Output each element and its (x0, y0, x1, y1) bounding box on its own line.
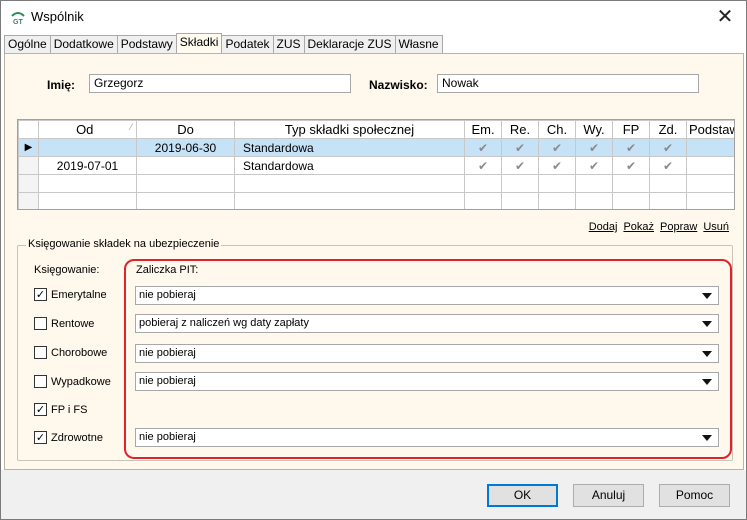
tab-ogolne[interactable]: Ogólne (4, 35, 51, 53)
check-icon: ✔ (575, 138, 613, 157)
checkbox-unchecked-icon[interactable] (34, 375, 47, 388)
col-header-re[interactable]: Re. (501, 120, 539, 139)
col-header-ch[interactable]: Ch. (538, 120, 576, 139)
checkbox-label: Zdrowotne (51, 431, 103, 444)
sort-icon: ⁄ (130, 122, 132, 132)
tab-deklaracje-zus[interactable]: Deklaracje ZUS (303, 35, 396, 53)
check-icon: ✔ (501, 156, 539, 175)
dialog-window: GT Wspólnik ✕ Ogólne Dodatkowe Podstawy … (0, 0, 747, 520)
cell-typ: Standardowa (234, 138, 465, 157)
cell-podstawa (686, 156, 734, 175)
tab-skladki[interactable]: Składki (175, 33, 223, 53)
last-name-label: Nazwisko: (369, 78, 428, 92)
checkbox-checked-icon[interactable]: ✓ (34, 288, 47, 301)
col-header-em[interactable]: Em. (464, 120, 502, 139)
tab-dodatkowe[interactable]: Dodatkowe (49, 35, 118, 53)
contributions-grid[interactable]: Od ⁄ Do Typ składki społecznej Em. Re. Ch… (17, 119, 735, 210)
row-indicator (18, 156, 39, 175)
check-icon: ✔ (575, 156, 613, 175)
checkbox-label: Emerytalne (51, 288, 107, 301)
last-name-field[interactable]: Nowak (437, 74, 699, 93)
tab-podstawy[interactable]: Podstawy (116, 35, 177, 53)
check-icon: ✔ (649, 156, 687, 175)
svg-text:GT: GT (13, 19, 23, 25)
tab-wlasne[interactable]: Własne (394, 35, 443, 53)
checkbox-fp-fs[interactable]: ✓ FP i FS (34, 403, 87, 416)
col-header-zd[interactable]: Zd. (649, 120, 687, 139)
checkbox-emerytalne[interactable]: ✓ Emerytalne (34, 288, 107, 301)
check-icon: ✔ (612, 156, 650, 175)
check-icon: ✔ (501, 138, 539, 157)
checkbox-unchecked-icon[interactable] (34, 317, 47, 330)
col-header-wy[interactable]: Wy. (575, 120, 613, 139)
booking-label: Księgowanie: (34, 264, 100, 276)
delete-link[interactable]: Usuń (703, 221, 729, 233)
row-indicator-icon: ▶ (18, 138, 39, 157)
checkbox-rentowe[interactable]: Rentowe (34, 317, 94, 330)
cancel-button[interactable]: Anuluj (573, 484, 644, 507)
cell-podstawa (686, 138, 734, 157)
tab-strip: Ogólne Dodatkowe Podstawy Składki Podate… (4, 33, 443, 53)
grid-header-row: Od ⁄ Do Typ składki społecznej Em. Re. Ch… (18, 120, 734, 139)
check-icon: ✔ (649, 138, 687, 157)
check-icon: ✔ (612, 138, 650, 157)
checkbox-checked-icon[interactable]: ✓ (34, 431, 47, 444)
grid-actions: Dodaj Pokaż Popraw Usuń (589, 221, 729, 233)
cell-do (136, 156, 235, 175)
booking-group-title: Księgowanie składek na ubezpieczenie (26, 238, 222, 250)
check-icon: ✔ (464, 156, 502, 175)
tab-podatek[interactable]: Podatek (221, 35, 274, 53)
help-button[interactable]: Pomoc (659, 484, 730, 507)
table-row[interactable]: ▶ 2019-06-30 Standardowa ✔ ✔ ✔ ✔ ✔ ✔ (18, 138, 734, 157)
highlight-annotation (124, 259, 732, 459)
grid-header-indicator (18, 120, 39, 139)
table-row-empty (18, 192, 734, 209)
col-header-typ[interactable]: Typ składki społecznej (234, 120, 465, 139)
table-row-empty (18, 174, 734, 193)
cell-typ: Standardowa (234, 156, 465, 175)
close-icon[interactable]: ✕ (710, 2, 740, 30)
title-bar: GT Wspólnik ✕ (1, 1, 746, 32)
check-icon: ✔ (538, 138, 576, 157)
col-header-do[interactable]: Do (136, 120, 235, 139)
ok-button[interactable]: OK (487, 484, 558, 507)
checkbox-unchecked-icon[interactable] (34, 346, 47, 359)
cell-od: 2019-07-01 (38, 156, 137, 175)
checkbox-label: Rentowe (51, 317, 95, 330)
checkbox-chorobowe[interactable]: Chorobowe (34, 346, 107, 359)
col-header-od-label: Od (76, 122, 94, 137)
checkbox-wypadkowe[interactable]: Wypadkowe (34, 375, 111, 388)
check-icon: ✔ (538, 156, 576, 175)
cell-od (38, 138, 137, 157)
first-name-field[interactable]: Grzegorz (89, 74, 351, 93)
window-title: Wspólnik (31, 9, 84, 24)
checkbox-zdrowotne[interactable]: ✓ Zdrowotne (34, 431, 103, 444)
col-header-od[interactable]: Od ⁄ (38, 120, 137, 139)
dialog-footer: OK Anuluj Pomoc (1, 470, 746, 519)
checkbox-label: Chorobowe (51, 346, 108, 359)
show-link[interactable]: Pokaż (623, 221, 654, 233)
edit-link[interactable]: Popraw (660, 221, 697, 233)
checkbox-label: Wypadkowe (51, 375, 111, 388)
checkbox-checked-icon[interactable]: ✓ (34, 403, 47, 416)
checkbox-label: FP i FS (51, 403, 88, 416)
col-header-podstawa[interactable]: Podstawa skł (686, 120, 734, 139)
cell-do: 2019-06-30 (136, 138, 235, 157)
gt-logo-icon: GT (11, 12, 25, 25)
table-row[interactable]: 2019-07-01 Standardowa ✔ ✔ ✔ ✔ ✔ ✔ (18, 156, 734, 175)
add-link[interactable]: Dodaj (589, 221, 618, 233)
first-name-label: Imię: (47, 78, 76, 92)
tab-zus[interactable]: ZUS (272, 35, 305, 53)
check-icon: ✔ (464, 138, 502, 157)
col-header-fp[interactable]: FP (612, 120, 650, 139)
